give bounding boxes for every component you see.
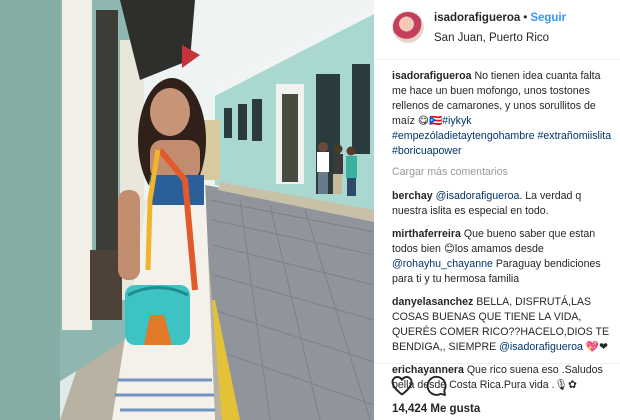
- likes-count[interactable]: 14,424 Me gusta: [392, 403, 480, 415]
- comment-username[interactable]: mirthaferreira: [392, 228, 461, 240]
- comment-mention[interactable]: @isadorafigueroa: [436, 190, 520, 202]
- location-link[interactable]: San Juan, Puerto Rico: [434, 32, 549, 44]
- heart-icon[interactable]: [390, 374, 414, 398]
- header-username[interactable]: isadorafigueroa: [434, 12, 520, 24]
- header-separator: •: [523, 12, 528, 24]
- follow-button[interactable]: Seguir: [530, 12, 566, 24]
- load-more-comments[interactable]: Cargar más comentarios: [392, 165, 614, 180]
- caption: isadorafigueroa No tienen idea cuanta fa…: [392, 69, 614, 159]
- comments-list: isadorafigueroa No tienen idea cuanta fa…: [392, 69, 614, 401]
- post-panel: isadorafigueroa • Seguir San Juan, Puerto …: [374, 0, 620, 420]
- comment-text-after: 💖❤: [582, 341, 608, 353]
- caption-username[interactable]: isadorafigueroa: [392, 70, 471, 82]
- comment-item: mirthaferreira Que bueno saber que estan…: [392, 227, 614, 287]
- comment-mention[interactable]: @rohayhu_chayanne: [392, 258, 493, 270]
- hashtag-link[interactable]: #iykyk: [442, 115, 471, 127]
- post-photo[interactable]: [0, 0, 374, 420]
- comment-mention[interactable]: @isadorafigueroa: [499, 341, 583, 353]
- street-scene-image: [0, 0, 374, 420]
- post-actions: 14,424 Me gusta: [374, 363, 620, 420]
- comment-bubble-icon[interactable]: [424, 374, 448, 398]
- header-user-line: isadorafigueroa • Seguir: [434, 12, 566, 24]
- post-header: isadorafigueroa • Seguir San Juan, Puerto …: [374, 0, 620, 60]
- comment-item: berchay @isadorafigueroa. La verdad q nu…: [392, 189, 614, 219]
- hashtag-link[interactable]: #boricuapower: [392, 145, 462, 157]
- hashtag-link[interactable]: #empezóladietaytengohambre: [392, 130, 535, 142]
- comment-username[interactable]: berchay: [392, 190, 433, 202]
- avatar[interactable]: [392, 11, 424, 43]
- comment-username[interactable]: danyelasanchez: [392, 296, 473, 308]
- hashtag-link[interactable]: #extrañomiislita: [537, 130, 611, 142]
- comment-item: danyelasanchez BELLA, DISFRUTÁ,LAS COSAS…: [392, 295, 614, 355]
